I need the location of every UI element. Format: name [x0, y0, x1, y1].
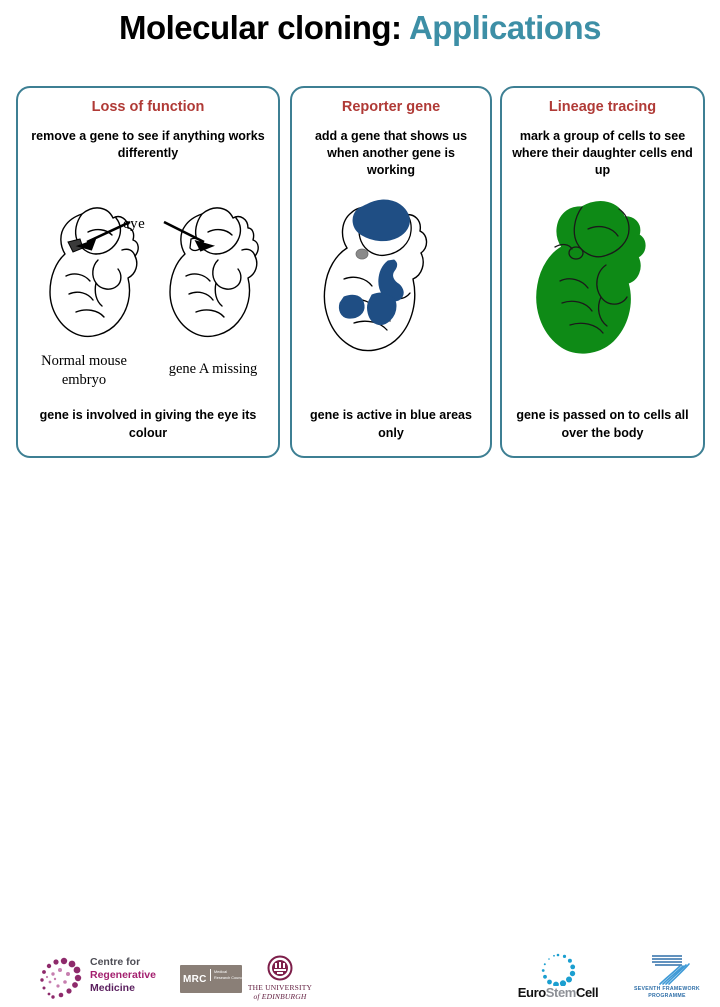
logo-seventh-framework-programme: SEVENTH FRAMEWORK PROGRAMME — [628, 952, 706, 1000]
panel-subtitle-reporter-gene: add a gene that shows us when another ge… — [314, 129, 468, 177]
slide-title-main: Molecular cloning: — [118, 9, 402, 46]
crm-dot-swirl-icon — [40, 957, 82, 999]
panel-subtitle-loss-of-function: remove a gene to see if anything works d… — [31, 129, 265, 160]
crm-line-2: Regenerative — [90, 969, 156, 981]
panel-header-lineage-tracing: Lineage tracing — [548, 99, 657, 115]
embryo-blue-patches-svg — [323, 199, 428, 352]
green-embryo-svg — [536, 201, 646, 354]
mrc-acronym: MRC — [183, 974, 207, 985]
eurostemcell-part-2: Stem — [545, 985, 577, 1000]
two-mouse-embryo-drawings-svg — [49, 207, 259, 338]
eurostemcell-part-3: Cell — [575, 985, 599, 1000]
embryo-eye-grey — [355, 248, 369, 260]
panel-loss-of-function: Loss of function remove a gene to see if… — [16, 86, 280, 458]
panel-header-loss-of-function: Loss of function — [91, 99, 205, 115]
eurostemcell-part-1: Euro — [517, 985, 546, 1000]
logo-eurostemcell: EuroStemCell — [504, 952, 612, 1000]
crm-line-1: Centre for — [90, 956, 141, 968]
fp7-line-1: SEVENTH FRAMEWORK — [634, 986, 700, 992]
edinburgh-crest-icon — [267, 955, 293, 981]
edinburgh-line-2: of EDINBURGH — [253, 992, 307, 1001]
fp7-line-2: PROGRAMME — [648, 993, 686, 999]
logo-centre-for-regenerative-medicine: Centre for Regenerative Medicine — [34, 956, 174, 1002]
logo-university-of-edinburgh: THE UNIVERSITY of EDINBURGH — [232, 954, 328, 1001]
label-normal-mouse-embryo: Normal mouse embryo — [41, 353, 127, 388]
panel-footer-lineage-tracing: gene is passed on to cells all over the … — [516, 408, 689, 440]
slide-title-accent: Applications — [408, 9, 602, 46]
figure-embryo-blue-patches — [310, 193, 475, 378]
slide-title: Molecular cloning: Applications — [0, 8, 720, 48]
eye-callout-label: eye — [123, 216, 146, 232]
panel-subtitle-lineage-tracing: mark a group of cells to see where their… — [512, 129, 693, 177]
panel-footer-loss-of-function: gene is involved in giving the eye its c… — [39, 408, 257, 440]
footer-logo-bar: Centre for Regenerative Medicine MRC Med… — [0, 470, 720, 1001]
edinburgh-line-1: THE UNIVERSITY — [247, 983, 313, 992]
figure-green-embryo — [524, 193, 689, 378]
figure-two-mouse-embryos — [36, 198, 266, 358]
crm-line-3: Medicine — [90, 982, 135, 994]
eurostemcell-dot-circle-icon — [541, 953, 576, 988]
panel-reporter-gene: Reporter gene add a gene that shows us w… — [290, 86, 492, 458]
panel-lineage-tracing: Lineage tracing mark a group of cells to… — [500, 86, 705, 458]
fp7-seven-icon — [652, 955, 690, 985]
panel-footer-reporter-gene: gene is active in blue areas only — [310, 408, 472, 440]
label-gene-a-missing: gene A missing — [168, 361, 258, 377]
panel-header-reporter-gene: Reporter gene — [341, 99, 441, 115]
